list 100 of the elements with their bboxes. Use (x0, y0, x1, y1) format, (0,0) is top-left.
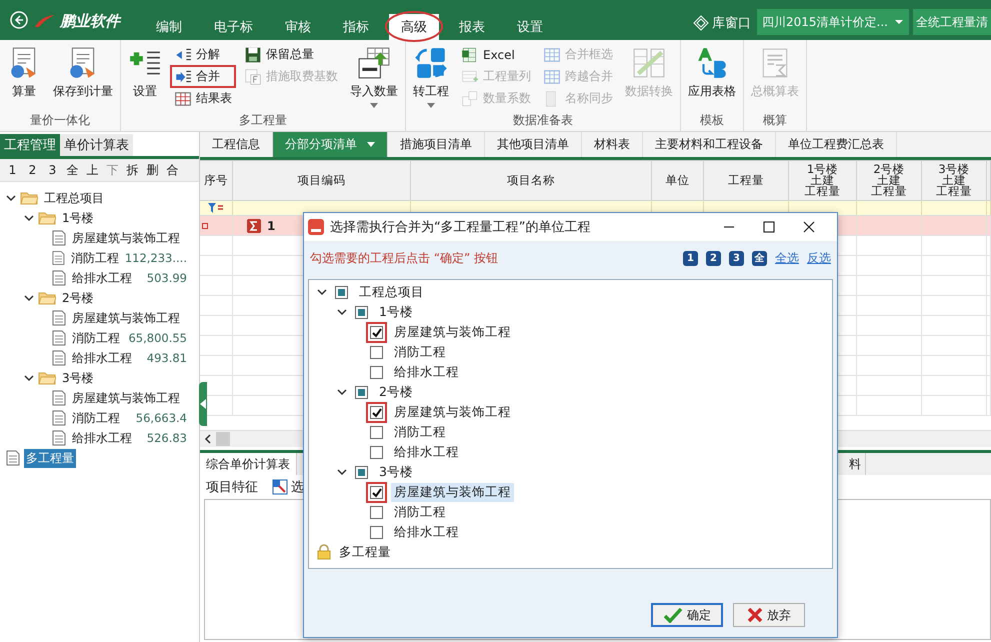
toolbar-button[interactable]: 上 (84, 162, 101, 178)
column-header[interactable]: 项目名称 (411, 161, 652, 201)
toolbar-button[interactable]: 2 (24, 163, 41, 177)
tree-item[interactable]: 1号楼 (60, 208, 96, 228)
tree-item[interactable]: 房屋建筑与装饰工程 (391, 322, 514, 342)
tree-item[interactable]: 消防工程 (391, 342, 449, 362)
checkbox[interactable] (335, 286, 348, 298)
maximize-icon[interactable] (763, 221, 775, 233)
level-button[interactable]: 1 (683, 250, 698, 266)
checkbox[interactable] (370, 446, 383, 458)
tree-item[interactable]: 房屋建筑与装饰工程 (391, 482, 514, 502)
ribbon-button[interactable]: 分解 (171, 44, 235, 65)
toolbar-button[interactable]: 删 (144, 162, 161, 178)
quota-dropdown[interactable]: 四川2015清单计价定... (757, 9, 909, 35)
filter-cell[interactable] (987, 201, 991, 216)
filter-cell[interactable] (200, 201, 233, 216)
tree-item[interactable]: 3号楼 (60, 368, 96, 388)
tree-item[interactable]: 消防工程 (68, 248, 121, 268)
chevron-left-icon[interactable] (204, 434, 212, 444)
ribbon-button[interactable]: 保留总量 (241, 44, 341, 65)
toolbar-button[interactable]: 1 (4, 163, 21, 177)
checkbox[interactable] (355, 306, 368, 318)
column-header[interactable]: 2号楼 土建 工程量 (857, 161, 922, 201)
menu-tab[interactable]: 指标 (331, 14, 381, 40)
tree-item[interactable]: 工程总项目 (356, 282, 427, 302)
column-header[interactable]: 3号楼 土建 工程量 (922, 161, 987, 201)
tree-item[interactable]: 3号楼 (376, 462, 416, 482)
ribbon-button[interactable]: 应用表格 (685, 44, 739, 112)
chevron-icon[interactable] (24, 374, 34, 382)
ribbon-button[interactable]: 导入数量 (347, 44, 401, 112)
chevron-icon[interactable] (337, 388, 347, 396)
detail-tab[interactable]: 料 (845, 453, 866, 475)
filter-icon[interactable] (208, 203, 224, 213)
filter-cell[interactable] (857, 201, 922, 216)
tree-item[interactable]: 工程总项目 (42, 188, 106, 208)
checkbox[interactable] (370, 486, 383, 498)
tree-item[interactable]: 房屋建筑与装饰工程 (70, 228, 182, 248)
tree-item[interactable]: 1号楼 (376, 302, 416, 322)
tree-item[interactable]: 多工程量 (336, 542, 394, 562)
menu-tab[interactable]: 审核 (273, 14, 323, 40)
menu-tab[interactable]: 电子标 (202, 14, 265, 40)
select-link[interactable]: 反选 (807, 250, 831, 266)
chevron-icon[interactable] (6, 194, 16, 202)
tree-item[interactable]: 给排水工程 (391, 362, 462, 382)
checkbox[interactable] (370, 506, 383, 518)
menu-tab[interactable]: 报表 (447, 14, 497, 40)
level-button[interactable]: 全 (752, 250, 767, 266)
toolbar-button[interactable]: 合 (164, 162, 181, 178)
cancel-button[interactable]: 放弃 (733, 603, 805, 627)
tree-item[interactable]: 多工程量 (24, 448, 76, 468)
tree-item[interactable]: 消防工程 (391, 422, 449, 442)
ribbon-button[interactable]: 转工程 (410, 44, 452, 112)
rules-dropdown[interactable]: 全统工程量清 (913, 9, 991, 35)
tree-item[interactable]: 房屋建筑与装饰工程 (70, 308, 182, 328)
ribbon-button[interactable]: 合并 (171, 66, 235, 87)
sheet-tab[interactable]: 措施项目清单 (388, 132, 485, 157)
close-icon[interactable] (803, 221, 815, 233)
toolbar-button[interactable]: 选 (272, 478, 304, 496)
sheet-tab[interactable]: 其他项目清单 (485, 132, 582, 157)
tree-item[interactable]: 2号楼 (376, 382, 416, 402)
chevron-icon[interactable] (317, 288, 327, 296)
library-window-button[interactable]: 库窗口 (712, 14, 752, 32)
detail-tab[interactable]: 综合单价计算表 (200, 453, 297, 475)
sheet-tab[interactable]: 材料表 (582, 132, 643, 157)
ribbon-button[interactable]: 保存到计量 (50, 44, 116, 112)
tree-item[interactable]: 给排水工程 (391, 522, 462, 542)
chevron-icon[interactable] (337, 468, 347, 476)
toolbar-button[interactable]: 拆 (124, 162, 141, 178)
tree-item[interactable]: 消防工程 (70, 408, 122, 428)
tree-item[interactable]: 消防工程 (70, 328, 122, 348)
tree-item[interactable]: 给排水工程 (391, 442, 462, 462)
tree-item[interactable]: 给排水工程 (70, 428, 134, 448)
checkbox[interactable] (370, 406, 383, 418)
sheet-tab[interactable]: 单位工程费汇总表 (776, 132, 897, 157)
tree-item[interactable]: 给排水工程 (70, 268, 134, 288)
ribbon-button[interactable]: 结果表 (171, 88, 235, 109)
ribbon-button[interactable]: 设置 (125, 44, 165, 112)
sheet-tab[interactable]: 主要材料和工程设备 (643, 132, 776, 157)
panel-tab[interactable]: 工程管理 (0, 134, 60, 156)
tree-item[interactable]: 给排水工程 (70, 348, 134, 368)
toolbar-button[interactable]: 项目特征 (206, 478, 258, 496)
column-header[interactable]: 1号楼 土建 工程量 (789, 161, 857, 201)
menu-tab[interactable]: 高级 (389, 14, 439, 40)
ribbon-button[interactable]: Excel (458, 44, 534, 65)
column-header[interactable]: 单位 (652, 161, 704, 201)
chevron-icon[interactable] (24, 294, 34, 302)
confirm-button[interactable]: 确定 (651, 603, 723, 627)
select-link[interactable]: 全选 (775, 250, 799, 266)
checkbox[interactable] (355, 466, 368, 478)
filter-cell[interactable] (922, 201, 987, 216)
menu-tab[interactable]: 设置 (505, 14, 555, 40)
checkbox[interactable] (370, 526, 383, 538)
level-button[interactable]: 2 (706, 250, 721, 266)
checkbox[interactable] (370, 346, 383, 358)
tree-item[interactable]: 房屋建筑与装饰工程 (391, 402, 514, 422)
collapse-handle[interactable] (199, 382, 207, 426)
chevron-icon[interactable] (337, 308, 347, 316)
checkbox[interactable] (355, 386, 368, 398)
checkbox[interactable] (370, 366, 383, 378)
chevron-icon[interactable] (24, 214, 34, 222)
